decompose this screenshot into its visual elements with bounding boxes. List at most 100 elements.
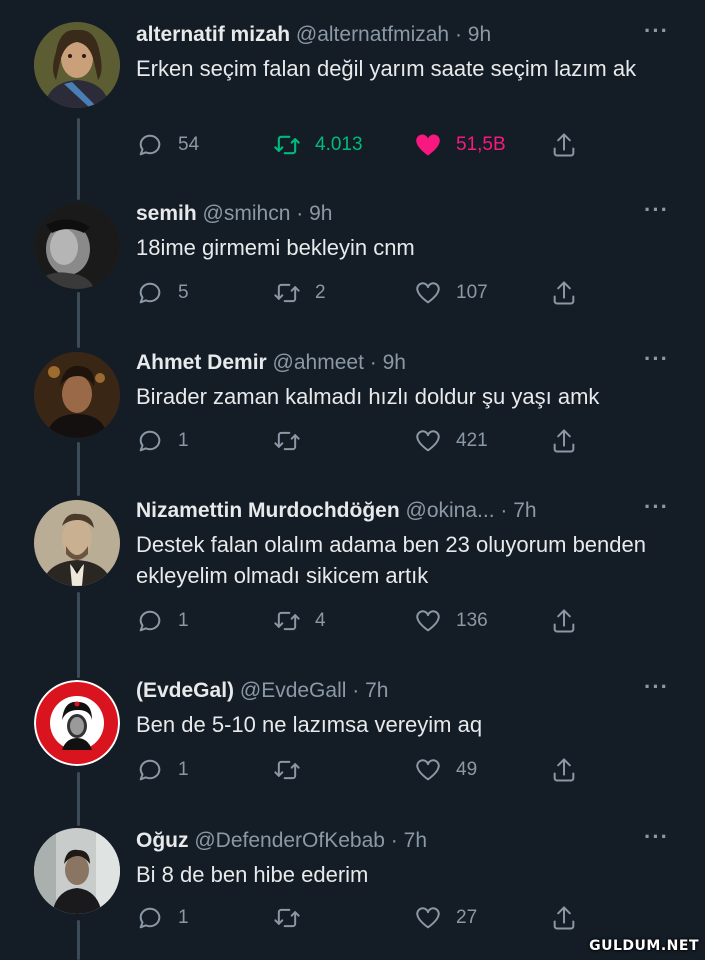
more-dots-icon[interactable]: ··· — [644, 496, 669, 526]
reply-count: 54 — [178, 134, 200, 155]
heart-icon — [416, 610, 440, 632]
share-button[interactable] — [550, 278, 578, 308]
reply-count: 1 — [178, 907, 189, 928]
like-count: 51,5B — [456, 134, 506, 155]
more-dots-icon[interactable]: ··· — [644, 20, 669, 50]
speech-bubble-icon — [139, 907, 161, 929]
display-name[interactable]: (EvdeGal) — [136, 679, 234, 702]
retweet-count: 4.013 — [315, 134, 363, 155]
avatar[interactable] — [34, 680, 120, 766]
reply-button[interactable]: 54 — [136, 130, 199, 160]
reply-button[interactable]: 5 — [136, 278, 189, 308]
more-dots-icon[interactable]: ··· — [644, 199, 669, 229]
display-name[interactable]: alternatif mizah — [136, 23, 290, 46]
timestamp[interactable]: 9h — [309, 202, 332, 225]
retweet-count: 2 — [315, 282, 326, 303]
tweet-actions: 1 49 — [136, 755, 596, 785]
separator-dot: · — [369, 351, 377, 374]
display-name[interactable]: semih — [136, 202, 197, 225]
avatar[interactable] — [34, 22, 120, 108]
like-button[interactable]: 421 — [414, 426, 488, 456]
reply-button[interactable]: 1 — [136, 606, 189, 636]
like-button[interactable]: 51,5B — [414, 130, 506, 160]
share-upload-icon — [553, 281, 575, 305]
user-handle[interactable]: @ahmeet — [273, 351, 364, 374]
reply-button[interactable]: 1 — [136, 903, 189, 933]
avatar-photo-image — [34, 352, 120, 438]
display-name[interactable]: Nizamettin Murdochdöğen — [136, 499, 400, 522]
tweet-text: Birader zaman kalmadı hızlı doldur şu ya… — [136, 384, 600, 409]
more-dots-icon[interactable]: ··· — [644, 348, 669, 378]
speech-bubble-icon — [139, 134, 161, 156]
reply-count: 1 — [178, 610, 189, 631]
more-dots-icon[interactable]: ··· — [644, 676, 669, 706]
user-handle[interactable]: @okina... — [406, 499, 495, 522]
user-handle[interactable]: @DefenderOfKebab — [194, 829, 385, 852]
share-button[interactable] — [550, 426, 578, 456]
separator-dot: · — [390, 829, 398, 852]
reply-button[interactable]: 1 — [136, 755, 189, 785]
avatar[interactable] — [34, 500, 120, 586]
watermark: GULDUM.NET — [589, 938, 699, 954]
like-button[interactable]: 49 — [414, 755, 477, 785]
tweet[interactable]: (EvdeGal) @EvdeGall · 7h ··· Ben de 5-10… — [0, 676, 705, 796]
user-handle[interactable]: @EvdeGall — [240, 679, 347, 702]
retweet-button[interactable] — [273, 755, 315, 785]
retweet-arrows-icon — [274, 431, 300, 451]
user-handle[interactable]: @alternatfmizah — [296, 23, 449, 46]
heart-icon — [416, 759, 440, 781]
user-handle[interactable]: @smihcn — [203, 202, 291, 225]
separator-dot: · — [500, 499, 508, 522]
avatar[interactable] — [34, 352, 120, 438]
retweet-button[interactable] — [273, 903, 315, 933]
tweet-header: Nizamettin Murdochdöğen @okina... · 7h — [136, 496, 645, 526]
timestamp[interactable]: 7h — [365, 679, 388, 702]
separator-dot: · — [352, 679, 360, 702]
tweet[interactable]: semih @smihcn · 9h ··· 18ime girmemi bek… — [0, 199, 705, 319]
avatar-photo-image — [34, 203, 120, 289]
reply-button[interactable]: 1 — [136, 426, 189, 456]
retweet-arrows-icon — [274, 135, 300, 155]
heart-icon — [416, 430, 440, 452]
avatar[interactable] — [34, 828, 120, 914]
share-button[interactable] — [550, 130, 578, 160]
timestamp[interactable]: 9h — [383, 351, 406, 374]
share-upload-icon — [553, 133, 575, 157]
share-button[interactable] — [550, 606, 578, 636]
like-button[interactable]: 27 — [414, 903, 477, 933]
share-button[interactable] — [550, 755, 578, 785]
heart-icon — [416, 282, 440, 304]
avatar-badge-image — [34, 680, 120, 766]
share-upload-icon — [553, 609, 575, 633]
tweet-header: Oğuz @DefenderOfKebab · 7h — [136, 826, 645, 856]
tweet-header: alternatif mizah @alternatfmizah · 9h — [136, 20, 645, 50]
speech-bubble-icon — [139, 610, 161, 632]
avatar[interactable] — [34, 203, 120, 289]
tweet[interactable]: alternatif mizah @alternatfmizah · 9h ··… — [0, 20, 705, 180]
tweet[interactable]: Nizamettin Murdochdöğen @okina... · 7h ·… — [0, 496, 705, 656]
retweet-arrows-icon — [274, 611, 300, 631]
tweet-text: Erken seçim falan değil yarım saate seçi… — [136, 56, 637, 81]
more-dots-icon[interactable]: ··· — [644, 826, 669, 856]
separator-dot: · — [454, 23, 462, 46]
share-upload-icon — [553, 429, 575, 453]
tweet-text: 18ime girmemi bekleyin cnm — [136, 235, 415, 260]
timestamp[interactable]: 9h — [468, 23, 491, 46]
tweet-text: Ben de 5-10 ne lazımsa vereyim aq — [136, 712, 483, 737]
share-upload-icon — [553, 906, 575, 930]
tweet[interactable]: Ahmet Demir @ahmeet · 9h ··· Birader zam… — [0, 348, 705, 468]
share-button[interactable] — [550, 903, 578, 933]
retweet-button[interactable] — [273, 426, 315, 456]
retweet-button[interactable]: 4.013 — [273, 130, 363, 160]
like-button[interactable]: 136 — [414, 606, 488, 636]
like-button[interactable]: 107 — [414, 278, 488, 308]
tweet[interactable]: Oğuz @DefenderOfKebab · 7h ··· Bi 8 de b… — [0, 826, 705, 946]
display-name[interactable]: Oğuz — [136, 829, 189, 852]
retweet-arrows-icon — [274, 760, 300, 780]
retweet-button[interactable]: 4 — [273, 606, 326, 636]
timestamp[interactable]: 7h — [404, 829, 427, 852]
display-name[interactable]: Ahmet Demir — [136, 351, 267, 374]
tweet-header: Ahmet Demir @ahmeet · 9h — [136, 348, 645, 378]
timestamp[interactable]: 7h — [513, 499, 536, 522]
retweet-button[interactable]: 2 — [273, 278, 326, 308]
